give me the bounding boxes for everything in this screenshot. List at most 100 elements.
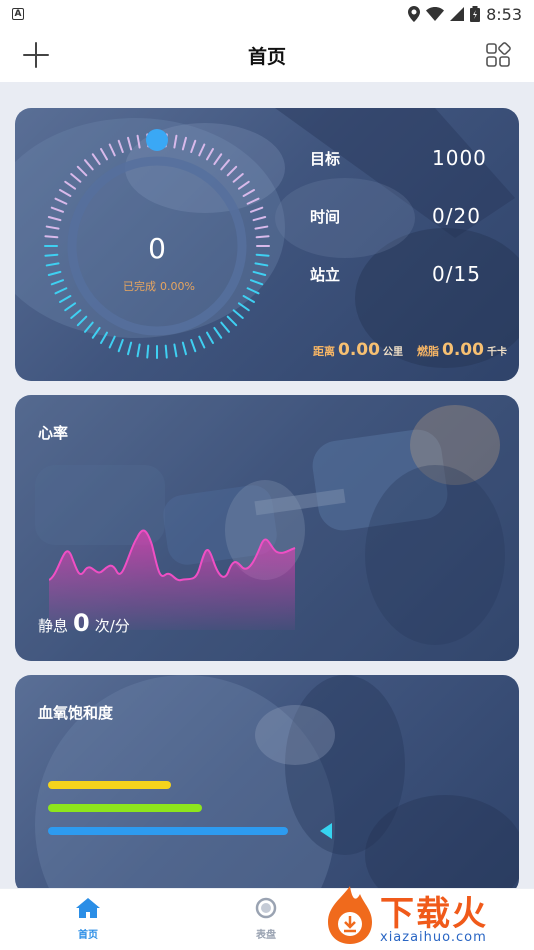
distance-metric: 距离 0.00 公里 xyxy=(313,340,403,360)
calories-metric: 燃脂 0.00 千卡 xyxy=(417,340,507,360)
watermark-text: 下载火 xyxy=(380,894,488,934)
ring-tick xyxy=(226,165,238,177)
ring-tick xyxy=(117,139,124,154)
ring-tick xyxy=(91,153,101,166)
resting-heart-rate: 静息 0 次/分 xyxy=(38,609,130,637)
ring-tick xyxy=(237,302,250,312)
ring-tick xyxy=(198,143,206,157)
stat-time: 时间 0/20 xyxy=(310,204,510,228)
steps-value: 0 xyxy=(148,232,166,265)
ring-tick xyxy=(252,270,267,276)
ring-tick xyxy=(91,326,101,339)
wifi-icon xyxy=(426,7,445,21)
completed-label: 已完成 xyxy=(123,280,157,293)
stat-goal: 目标 1000 xyxy=(310,146,510,170)
ring-tick xyxy=(59,189,72,197)
ring-tick xyxy=(76,165,88,177)
ring-tick xyxy=(108,143,116,157)
resting-label: 静息 xyxy=(38,617,69,635)
ring-tick xyxy=(84,159,94,171)
ring-tick xyxy=(237,180,250,190)
ring-tick xyxy=(45,225,60,230)
ring-tick xyxy=(213,326,223,339)
page-title: 首页 xyxy=(247,45,286,68)
ring-tick xyxy=(190,139,197,154)
ring-tick xyxy=(213,153,223,166)
apps-grid-icon[interactable] xyxy=(484,41,512,69)
nav-home-label: 首页 xyxy=(78,930,98,941)
location-icon xyxy=(408,6,421,22)
progress-ring: 0 已完成 0.00% xyxy=(37,126,277,366)
ring-tick xyxy=(173,134,178,149)
oxygen-bar-yellow xyxy=(48,781,171,789)
stat-time-value: 0/20 xyxy=(432,204,481,228)
ring-tick xyxy=(246,197,260,205)
ring-tick xyxy=(226,315,238,327)
ring-tick xyxy=(136,134,141,149)
distance-value: 0.00 xyxy=(338,340,380,360)
ring-tick xyxy=(47,216,62,222)
activity-card[interactable]: 0 已完成 0.00% 目标 1000 时间 0/20 站立 0/15 距离 0.… xyxy=(15,108,519,381)
ring-tick xyxy=(100,148,108,161)
ring-tick xyxy=(242,295,255,303)
ring-tick xyxy=(181,341,187,356)
blood-oxygen-card[interactable]: 血氧饱和度 xyxy=(15,675,519,895)
ring-tick xyxy=(127,136,133,151)
status-bar: A 8:53 xyxy=(0,0,534,28)
ring-tick xyxy=(232,173,244,183)
ring-tick xyxy=(50,206,65,213)
oxygen-indicator-icon xyxy=(320,823,332,839)
battery-icon xyxy=(470,6,481,22)
stat-time-label: 时间 xyxy=(310,207,341,226)
ring-tick xyxy=(198,335,206,349)
resting-unit: 次/分 xyxy=(94,617,130,635)
nav-item-home[interactable]: 首页 xyxy=(58,897,118,941)
stat-stand-value: 0/15 xyxy=(432,262,481,286)
calories-unit: 千卡 xyxy=(486,347,507,358)
ring-tick xyxy=(254,225,269,230)
app-bar: 首页 xyxy=(0,28,534,82)
ring-tick xyxy=(206,148,214,161)
ring-tick xyxy=(100,331,108,344)
ring-tick xyxy=(59,295,72,303)
resting-value: 0 xyxy=(73,609,90,637)
ring-tick xyxy=(47,270,62,276)
ring-tick xyxy=(117,338,124,353)
ring-tick xyxy=(232,309,244,319)
stat-stand: 站立 0/15 xyxy=(310,262,510,286)
blood-oxygen-title: 血氧饱和度 xyxy=(38,704,114,722)
completed-text: 已完成 0.00% xyxy=(37,278,277,294)
nav-watchface-label: 表盘 xyxy=(256,930,276,941)
distance-unit: 公里 xyxy=(382,347,403,358)
ring-tick xyxy=(136,343,141,358)
completed-percent: 0.00% xyxy=(160,280,195,293)
ring-tick xyxy=(54,197,68,205)
stat-goal-value: 1000 xyxy=(432,146,487,170)
ring-tick xyxy=(84,321,94,333)
ring-tick xyxy=(252,216,267,222)
ring-tick xyxy=(70,309,82,319)
ring-tick xyxy=(220,159,230,171)
signal-icon xyxy=(450,7,465,21)
home-icon xyxy=(76,898,100,918)
ring-tick xyxy=(242,189,255,197)
watch-icon xyxy=(255,897,277,919)
calories-value: 0.00 xyxy=(442,340,484,360)
add-icon[interactable] xyxy=(22,41,50,69)
heart-rate-title: 心率 xyxy=(38,424,69,442)
ring-tick xyxy=(70,173,82,183)
stat-stand-label: 站立 xyxy=(310,265,341,284)
ring-tick xyxy=(146,344,150,359)
heart-rate-card[interactable]: 心率 静息 0 次/分 xyxy=(15,395,519,661)
ring-tick xyxy=(249,206,264,213)
ring-tick xyxy=(173,343,178,358)
oxygen-bar-green xyxy=(48,804,202,812)
ring-progress-knob xyxy=(146,129,168,151)
clock: 8:53 xyxy=(486,4,522,24)
distance-label: 距离 xyxy=(313,345,335,358)
notification-badge: A xyxy=(12,8,24,20)
ring-tick xyxy=(76,315,88,327)
flame-logo-icon xyxy=(328,886,372,944)
nav-item-watchface[interactable]: 表盘 xyxy=(236,897,296,941)
ring-tick xyxy=(127,341,133,356)
